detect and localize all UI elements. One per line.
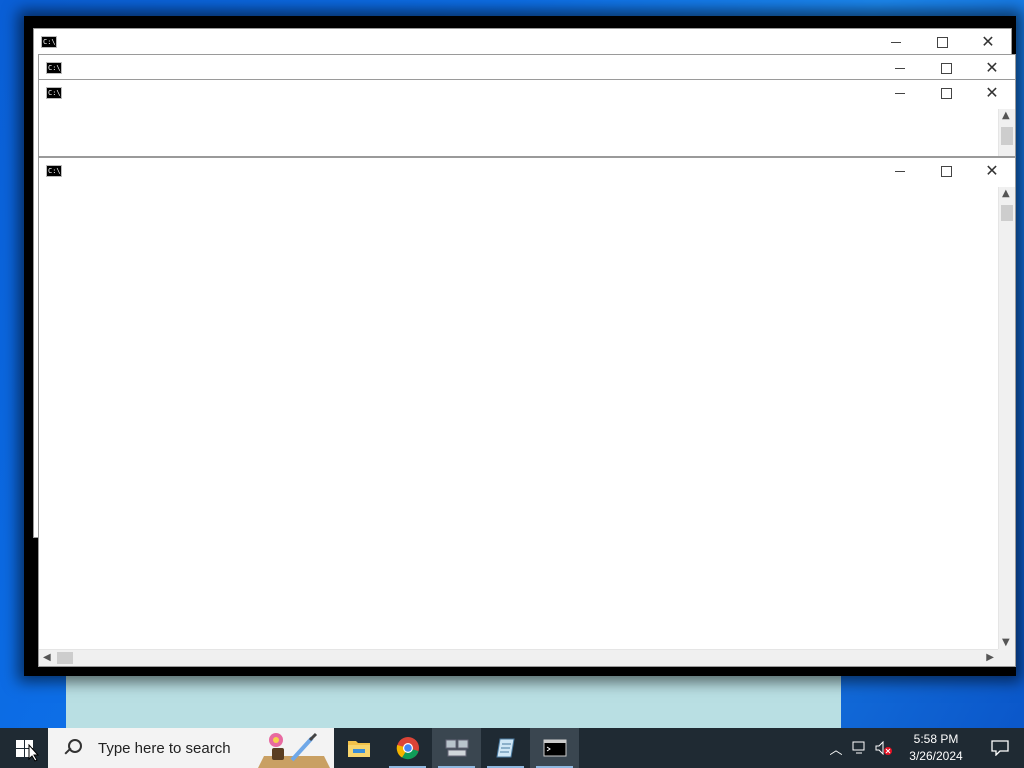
close-button-2[interactable]: ✕	[969, 55, 1015, 81]
cmd-window-main[interactable]: C:\_ ✕ ▲ ▼ ◀ ▶	[38, 157, 1016, 667]
minimize-button-main[interactable]	[877, 158, 923, 184]
cmd-icon: C:\_	[46, 87, 62, 99]
maximize-icon	[940, 165, 952, 177]
taskbar-clock[interactable]: 5:58 PM 3/26/2024	[896, 731, 976, 765]
scroll-up-icon[interactable]: ▲	[1002, 110, 1010, 121]
clock-time: 5:58 PM	[913, 732, 959, 746]
network-icon[interactable]	[848, 728, 872, 768]
taskbar-file-explorer[interactable]	[334, 728, 383, 768]
maximize-button-3[interactable]	[923, 80, 969, 106]
command-prompt-icon	[543, 739, 566, 757]
folder-icon	[347, 741, 370, 757]
minimize-button-1[interactable]	[873, 29, 919, 55]
maximize-button-1[interactable]	[919, 29, 965, 55]
action-center-button[interactable]	[976, 728, 1024, 768]
scroll-down-icon[interactable]: ▼	[1002, 637, 1010, 648]
clock-date: 3/26/2024	[909, 749, 963, 763]
system-tray: ︿ 5:58 PM 3/26/2024	[824, 728, 1024, 768]
hscroll-thumb-main[interactable]	[57, 652, 73, 664]
minimize-icon	[895, 170, 905, 172]
taskbar-chrome[interactable]	[383, 728, 432, 768]
start-button[interactable]	[0, 728, 48, 768]
taskbar-search-box[interactable]: Type here to search	[48, 728, 334, 768]
mouse-cursor-icon	[28, 744, 40, 762]
minimize-icon	[891, 41, 901, 43]
resize-grip[interactable]	[998, 649, 1015, 666]
chrome-icon	[396, 737, 419, 760]
cmd-window-3[interactable]: C:\_ ✕ ▲	[38, 79, 1016, 157]
titlebar-3[interactable]: C:\_ ✕	[39, 80, 1015, 106]
maximize-button-2[interactable]	[923, 55, 969, 81]
taskbar-notepad[interactable]	[481, 728, 530, 768]
titlebar-2[interactable]: C:\_ ✕	[39, 55, 1015, 81]
taskbar: Type here to search ︿ 5:58 PM 3/26/2024	[0, 728, 1024, 768]
minimize-button-2[interactable]	[877, 55, 923, 81]
vertical-scrollbar-main[interactable]: ▲ ▼	[998, 187, 1015, 649]
maximize-button-main[interactable]	[923, 158, 969, 184]
close-icon: ✕	[981, 32, 995, 51]
close-icon: ✕	[985, 161, 999, 180]
close-button-1[interactable]: ✕	[965, 29, 1011, 55]
notification-icon	[991, 740, 1009, 756]
taskbar-command-prompt[interactable]	[530, 728, 579, 768]
volume-muted-icon[interactable]	[872, 728, 896, 768]
minimize-icon	[895, 67, 905, 69]
close-button-3[interactable]: ✕	[969, 80, 1015, 106]
titlebar-main[interactable]: C:\_ ✕	[39, 158, 1015, 184]
search-placeholder: Type here to search	[98, 739, 231, 757]
cmd-icon: C:\_	[46, 62, 62, 74]
horizontal-scrollbar-main[interactable]: ◀ ▶	[39, 649, 998, 666]
maximize-icon	[940, 87, 952, 99]
close-icon: ✕	[985, 83, 999, 102]
titlebar-1[interactable]: C:\_ ✕	[34, 29, 1011, 55]
scroll-right-icon[interactable]: ▶	[986, 652, 994, 663]
minimize-icon	[895, 92, 905, 94]
cmd-icon: C:\_	[46, 165, 62, 177]
search-highlight-art-icon	[258, 732, 330, 768]
search-icon	[62, 737, 84, 759]
network-computers-icon	[445, 739, 468, 757]
minimize-button-3[interactable]	[877, 80, 923, 106]
maximize-icon	[940, 62, 952, 74]
notepad-icon	[495, 738, 515, 758]
vertical-scrollbar-3[interactable]: ▲	[998, 109, 1015, 156]
cmd-window-2[interactable]: C:\_ ✕	[38, 54, 1016, 80]
maximize-icon	[936, 36, 948, 48]
chevron-up-icon[interactable]: ︿	[824, 728, 848, 768]
scroll-thumb-3[interactable]	[1001, 127, 1013, 145]
scroll-left-icon[interactable]: ◀	[43, 652, 51, 663]
scroll-up-icon[interactable]: ▲	[1002, 188, 1010, 199]
cmd-icon: C:\_	[41, 36, 57, 48]
scroll-thumb-main[interactable]	[1001, 205, 1013, 221]
taskbar-network-tool[interactable]	[432, 728, 481, 768]
close-icon: ✕	[985, 58, 999, 77]
close-button-main[interactable]: ✕	[969, 158, 1015, 184]
